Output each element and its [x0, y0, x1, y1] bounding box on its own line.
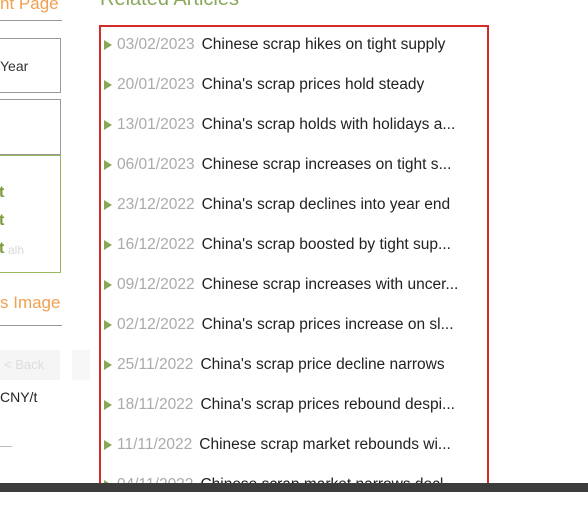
page-heading: nt Page — [0, 0, 59, 13]
article-title[interactable]: China's scrap holds with holidays a... — [202, 116, 473, 134]
price-line-3: t — [0, 240, 5, 257]
arrow-right-icon — [104, 280, 112, 290]
year-select[interactable]: Year — [0, 38, 61, 93]
arrow-right-icon — [104, 80, 112, 90]
article-item[interactable]: 20/01/2023 China's scrap prices hold stea… — [101, 71, 487, 99]
article-date: 03/02/2023 — [117, 36, 195, 53]
article-date: 13/01/2023 — [117, 116, 195, 133]
heading-divider — [0, 20, 62, 21]
arrow-right-icon — [104, 160, 112, 170]
year-label: Year — [0, 58, 29, 74]
article-item[interactable]: 06/01/2023 Chinese scrap increases on tig… — [101, 151, 487, 179]
article-title[interactable]: Chinese scrap increases on tight s... — [202, 156, 473, 174]
arrow-right-icon — [104, 200, 112, 210]
article-date: 09/12/2022 — [117, 276, 195, 293]
article-date: 23/12/2022 — [117, 196, 195, 213]
bottom-bar — [0, 483, 588, 492]
article-item[interactable]: 18/11/2022 China's scrap prices rebound d… — [101, 391, 487, 419]
image-heading: s Image — [0, 293, 61, 312]
arrow-right-icon — [104, 360, 112, 370]
article-date: 20/01/2023 — [117, 76, 195, 93]
article-date: 02/12/2022 — [117, 316, 195, 333]
related-articles-heading: Related Articles — [100, 0, 239, 11]
input-box[interactable] — [0, 99, 61, 155]
arrow-right-icon — [104, 240, 112, 250]
article-date: 06/01/2023 — [117, 156, 195, 173]
unit-divider — [0, 446, 12, 447]
arrow-right-icon — [104, 120, 112, 130]
price-line-2: t — [0, 212, 5, 229]
arrow-right-icon — [104, 440, 112, 450]
article-item[interactable]: 25/11/2022 China's scrap price decline na… — [101, 351, 487, 379]
article-item[interactable]: 23/12/2022 China's scrap declines into ye… — [101, 191, 487, 219]
ghost-text: alh — [8, 243, 25, 257]
article-item[interactable]: 11/11/2022 Chinese scrap market rebounds … — [101, 431, 487, 459]
article-title[interactable]: China's scrap price decline narrows — [200, 356, 471, 374]
article-title[interactable]: Chinese scrap market rebounds wi... — [199, 436, 470, 454]
image-heading-divider — [0, 325, 62, 326]
arrow-right-icon — [104, 40, 112, 50]
article-item[interactable]: 09/12/2022 Chinese scrap increases with u… — [101, 271, 487, 299]
article-date: 11/11/2022 — [117, 436, 193, 453]
left-panel: nt Page Year t t t alh s Image < Back CN… — [0, 0, 90, 517]
article-title[interactable]: China's scrap prices increase on sl... — [202, 316, 473, 334]
article-title[interactable]: Chinese scrap hikes on tight supply — [202, 36, 473, 54]
ghost-block — [72, 350, 90, 380]
article-item[interactable]: 16/12/2022 China's scrap boosted by tight… — [101, 231, 487, 259]
article-item[interactable]: 02/12/2022 China's scrap prices increase … — [101, 311, 487, 339]
price-unit: CNY/t — [0, 389, 38, 405]
article-date: 18/11/2022 — [117, 396, 194, 413]
article-title[interactable]: China's scrap prices hold steady — [202, 76, 473, 94]
arrow-right-icon — [104, 320, 112, 330]
article-title[interactable]: China's scrap boosted by tight sup... — [202, 236, 473, 254]
article-title[interactable]: China's scrap declines into year end — [202, 196, 473, 214]
article-title[interactable]: Chinese scrap increases with uncer... — [202, 276, 473, 294]
price-line-1: t — [0, 184, 5, 201]
back-button[interactable]: < Back — [0, 350, 60, 380]
related-articles-list: 03/02/2023 Chinese scrap hikes on tight s… — [99, 25, 489, 491]
article-item[interactable]: 03/02/2023 Chinese scrap hikes on tight s… — [101, 31, 487, 59]
article-date: 25/11/2022 — [117, 356, 194, 373]
article-title[interactable]: China's scrap prices rebound despi... — [200, 396, 471, 414]
article-item[interactable]: 13/01/2023 China's scrap holds with holid… — [101, 111, 487, 139]
article-date: 16/12/2022 — [117, 236, 195, 253]
arrow-right-icon — [104, 400, 112, 410]
